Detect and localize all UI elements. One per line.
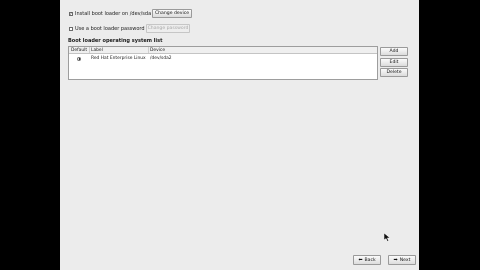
edit-button[interactable]: Edit bbox=[380, 58, 408, 67]
next-label: Next bbox=[399, 257, 411, 263]
add-button[interactable]: Add bbox=[380, 47, 408, 56]
bootloader-password-label: Use a boot loader password bbox=[75, 26, 145, 32]
row-label: Red Hat Enterprise Linux bbox=[91, 56, 146, 61]
column-separator bbox=[148, 47, 149, 53]
install-bootloader-checkbox[interactable]: ✓ bbox=[69, 12, 73, 16]
change-password-button: Change password bbox=[146, 24, 190, 33]
os-list-table[interactable]: Default Label Device Red Hat Enterprise … bbox=[68, 46, 378, 80]
install-bootloader-row[interactable]: ✓ Install boot loader on /dev/sda bbox=[69, 11, 151, 17]
next-arrow-icon: ➡ bbox=[393, 257, 398, 263]
installer-window: ✓ Install boot loader on /dev/sda Change… bbox=[60, 0, 419, 270]
back-label: Back bbox=[364, 257, 376, 263]
next-button[interactable]: ➡ Next bbox=[388, 255, 416, 265]
os-list-title: Boot loader operating system list bbox=[68, 38, 163, 44]
back-arrow-icon: ⬅ bbox=[358, 257, 363, 263]
column-header-device[interactable]: Device bbox=[150, 48, 165, 53]
bootloader-password-checkbox[interactable] bbox=[69, 27, 73, 31]
delete-button[interactable]: Delete bbox=[380, 68, 408, 77]
mouse-cursor-icon bbox=[384, 233, 391, 242]
column-header-label[interactable]: Label bbox=[91, 48, 103, 53]
column-separator bbox=[89, 47, 90, 53]
change-device-button[interactable]: Change device bbox=[152, 9, 192, 18]
back-button[interactable]: ⬅ Back bbox=[353, 255, 381, 265]
default-radio[interactable] bbox=[77, 56, 81, 61]
bootloader-password-row[interactable]: Use a boot loader password bbox=[69, 26, 145, 32]
column-header-default[interactable]: Default bbox=[71, 48, 87, 53]
row-device: /dev/sda2 bbox=[150, 56, 172, 61]
table-header: Default Label Device bbox=[69, 47, 377, 54]
install-bootloader-label: Install boot loader on /dev/sda bbox=[75, 11, 152, 17]
